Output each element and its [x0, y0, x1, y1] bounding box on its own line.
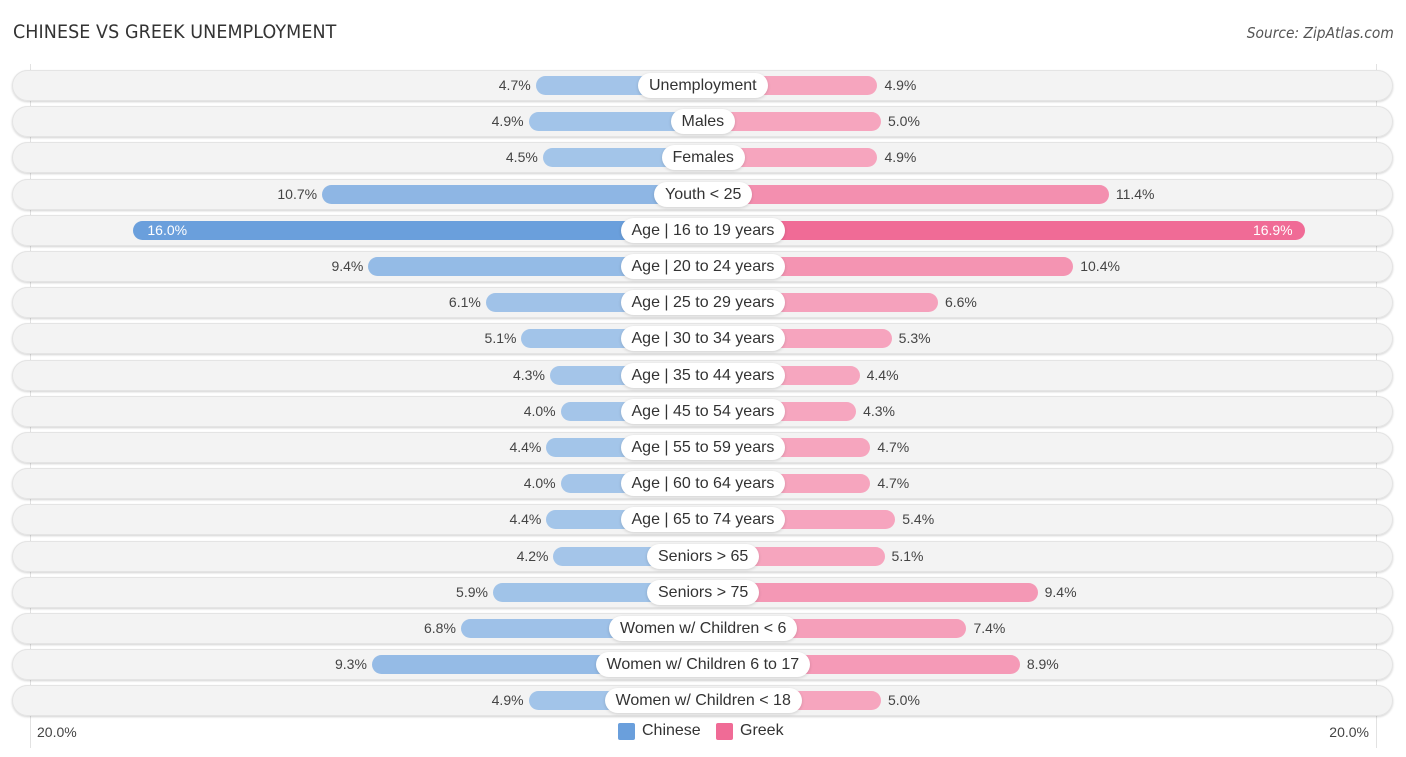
category-label: Women w/ Children < 6: [609, 616, 798, 641]
bar-greek: [703, 220, 1305, 240]
value-label-chinese: 5.1%: [484, 330, 517, 347]
value-label-greek: 4.4%: [866, 366, 899, 383]
value-label-chinese: 4.0%: [523, 402, 556, 419]
value-label-chinese: 5.9%: [456, 583, 488, 600]
value-label-greek: 4.9%: [884, 77, 917, 93]
category-label: Seniors > 75: [647, 579, 760, 605]
value-label-greek: 11.4%: [1115, 185, 1155, 202]
value-label-chinese: 6.1%: [448, 294, 481, 311]
legend: Chinese Greek: [0, 722, 1406, 744]
category-label: Age | 45 to 54 years: [620, 398, 786, 424]
value-label-greek: 6.6%: [944, 294, 977, 311]
legend-label-greek: Greek: [740, 722, 784, 739]
category-label: Age | 20 to 24 years: [620, 254, 786, 279]
value-label-greek: 4.9%: [884, 149, 917, 166]
legend-swatch-chinese: [618, 722, 635, 740]
legend-swatch-greek: [716, 722, 733, 740]
category-label: Age | 35 to 44 years: [620, 362, 786, 388]
bar-chinese: [133, 220, 703, 240]
category-label: Age | 25 to 29 years: [620, 290, 786, 316]
value-label-chinese: 4.4%: [509, 439, 542, 455]
value-label-chinese: 4.3%: [513, 366, 545, 383]
value-label-greek: 8.9%: [1026, 656, 1059, 673]
value-label-chinese: 4.2%: [516, 547, 549, 564]
value-label-greek: 5.0%: [888, 113, 920, 130]
value-label-chinese: 4.0%: [523, 475, 556, 492]
category-label: Age | 16 to 19 years: [620, 217, 786, 243]
category-label: Unemployment: [638, 73, 768, 98]
legend-label-chinese: Chinese: [642, 722, 701, 739]
bar-greek: [703, 184, 1109, 204]
value-label-greek: 16.9%: [1252, 221, 1293, 238]
category-label: Age | 60 to 64 years: [620, 471, 786, 497]
category-label: Women w/ Children < 18: [604, 688, 802, 714]
value-label-greek: 4.7%: [877, 439, 910, 455]
value-label-greek: 5.1%: [891, 547, 924, 564]
diverging-bar-chart: 4.7% 4.9% Unemployment 4.9% 5.0% Males 4.5% 4.9…: [0, 0, 1406, 757]
legend-item-greek: Greek: [716, 722, 784, 740]
value-label-greek: 7.4%: [973, 620, 1006, 636]
value-label-greek: 4.7%: [877, 475, 910, 492]
value-label-chinese: 4.5%: [505, 149, 538, 166]
category-label: Seniors > 65: [647, 543, 760, 569]
bar-chinese: [322, 184, 703, 204]
value-label-greek: 5.0%: [888, 692, 920, 709]
category-label: Women w/ Children 6 to 17: [595, 652, 811, 678]
value-label-greek: 4.3%: [863, 402, 895, 419]
value-label-greek: 5.4%: [902, 511, 935, 528]
value-label-greek: 9.4%: [1044, 583, 1077, 600]
category-label: Age | 30 to 34 years: [620, 326, 786, 352]
value-label-chinese: 16.0%: [147, 221, 188, 238]
category-label: Age | 55 to 59 years: [620, 435, 786, 460]
value-label-chinese: 4.7%: [498, 77, 531, 93]
category-label: Youth < 25: [654, 181, 753, 207]
value-label-chinese: 10.7%: [277, 185, 318, 202]
legend-item-chinese: Chinese: [618, 722, 701, 740]
category-label: Age | 65 to 74 years: [620, 507, 786, 533]
value-label-chinese: 9.3%: [335, 656, 367, 673]
value-label-greek: 5.3%: [898, 330, 931, 347]
category-label: Females: [661, 145, 745, 171]
value-label-chinese: 4.9%: [491, 113, 524, 130]
value-label-chinese: 6.8%: [424, 620, 456, 636]
value-label-chinese: 9.4%: [331, 258, 364, 274]
value-label-chinese: 4.4%: [509, 511, 542, 528]
value-label-chinese: 4.9%: [491, 692, 524, 709]
category-label: Males: [670, 109, 736, 135]
value-label-greek: 10.4%: [1080, 258, 1120, 274]
